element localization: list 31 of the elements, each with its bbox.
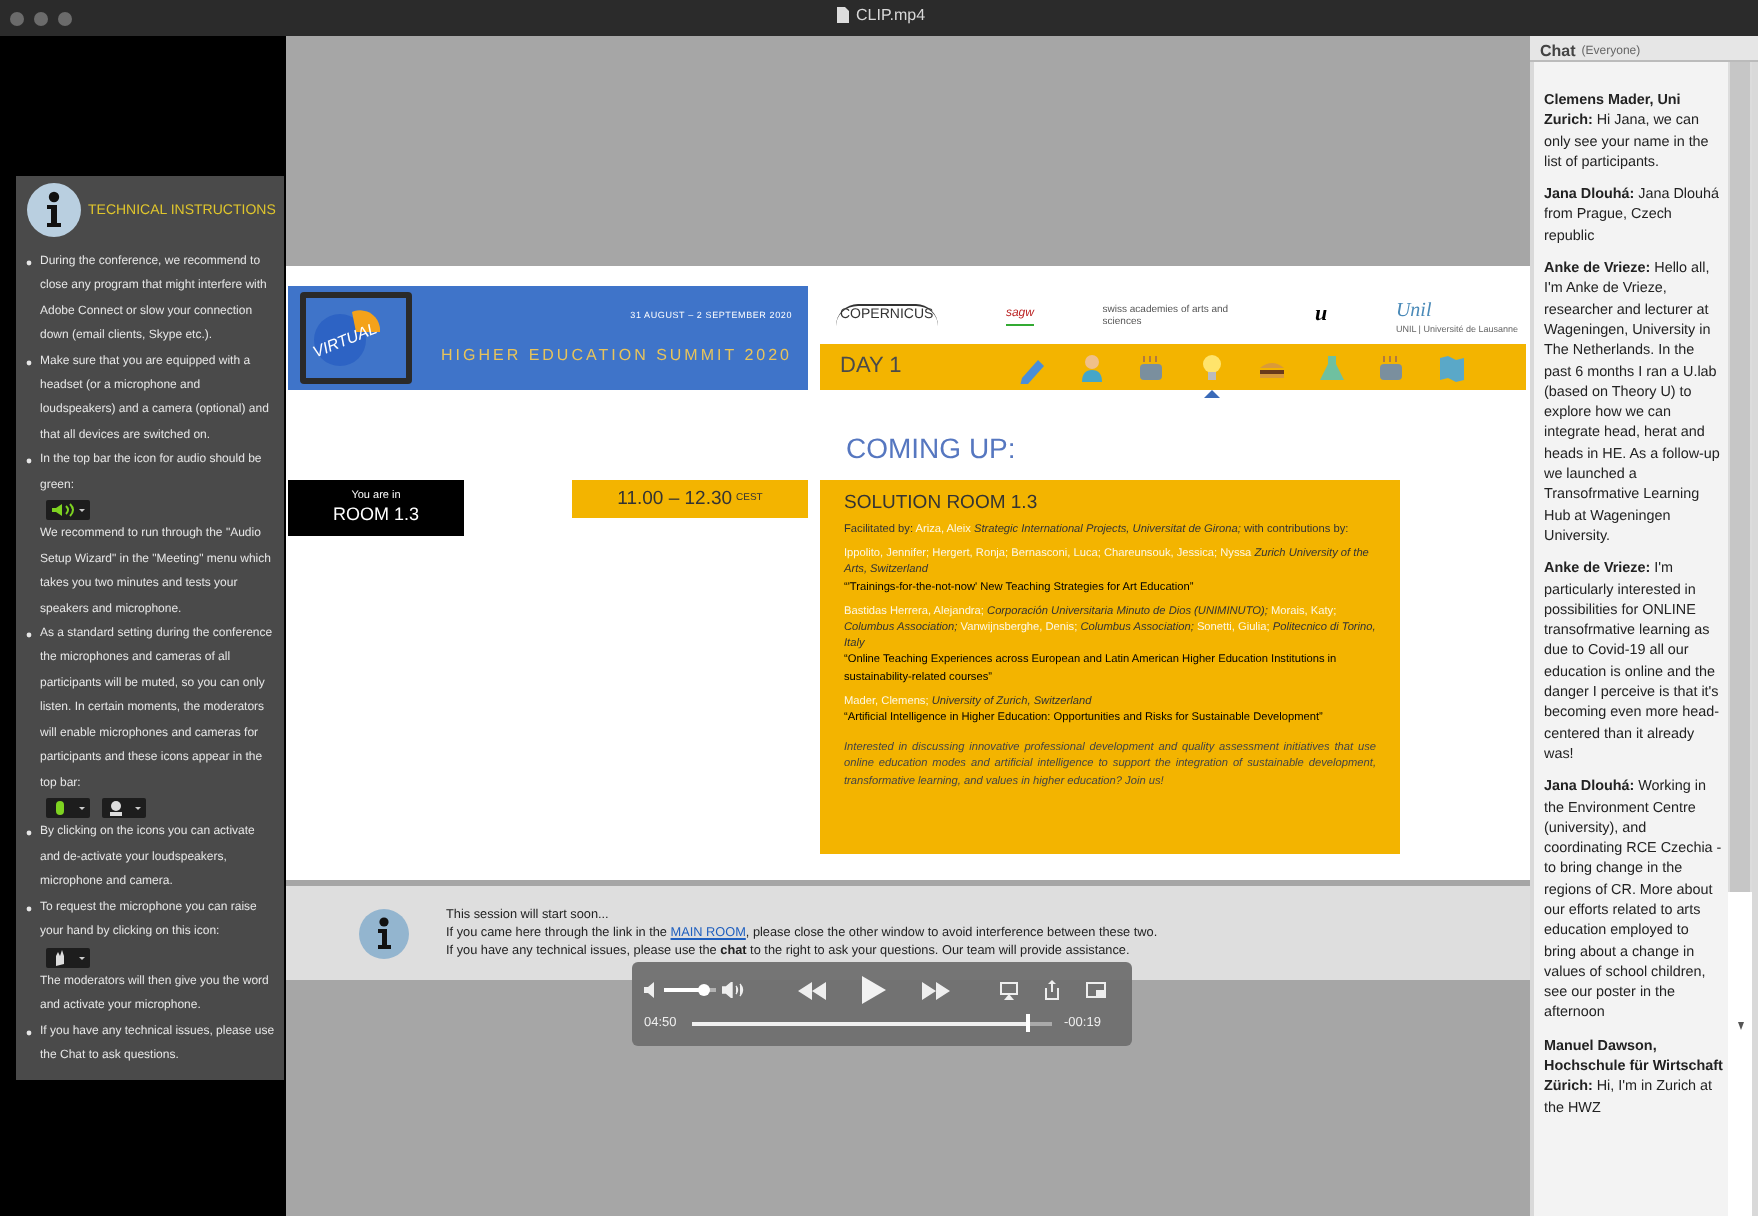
coffee-cup-icon[interactable] [1376, 351, 1408, 383]
session-title: SOLUTION ROOM 1.3 [844, 492, 1040, 516]
speaker-toggle-icon [46, 500, 90, 521]
partner-logo: u [1315, 300, 1328, 331]
time-range: 11.00 – 12.30 [617, 489, 733, 509]
document-icon [836, 6, 850, 24]
scrollbar-thumb[interactable] [1730, 62, 1750, 892]
volume-high-icon[interactable] [722, 982, 746, 998]
picture-in-picture-icon[interactable] [1086, 982, 1106, 998]
day-label: DAY 1 [840, 356, 904, 378]
share-icon[interactable] [1044, 980, 1060, 1000]
coming-up-heading: COMING UP: [846, 434, 1016, 462]
scroll-arrow-icon[interactable] [1737, 1022, 1743, 1030]
raise-hand-icon [46, 947, 90, 968]
microphone-toggle-icon [46, 798, 90, 819]
camera-toggle-icon [102, 798, 146, 819]
event-title: HIGHER EDUCATION SUMMIT 2020 [440, 348, 792, 364]
coffee-cup-icon[interactable] [1136, 351, 1168, 383]
volume-low-icon[interactable] [644, 982, 658, 998]
partner-logo: Unil [1395, 297, 1432, 325]
person-icon[interactable] [1076, 351, 1108, 383]
airplay-icon[interactable] [1000, 981, 1018, 999]
scrollbar-track[interactable] [1728, 62, 1752, 1216]
info-icon [26, 182, 82, 238]
volume-thumb[interactable] [698, 983, 711, 996]
room-name: ROOM 1.3 [332, 504, 419, 526]
window-title: CLIP.mp4 [856, 7, 926, 23]
info-icon [358, 907, 410, 959]
chat-title: Chat [1540, 44, 1576, 60]
map-icon[interactable] [1436, 351, 1468, 383]
play-icon[interactable] [862, 976, 886, 1004]
